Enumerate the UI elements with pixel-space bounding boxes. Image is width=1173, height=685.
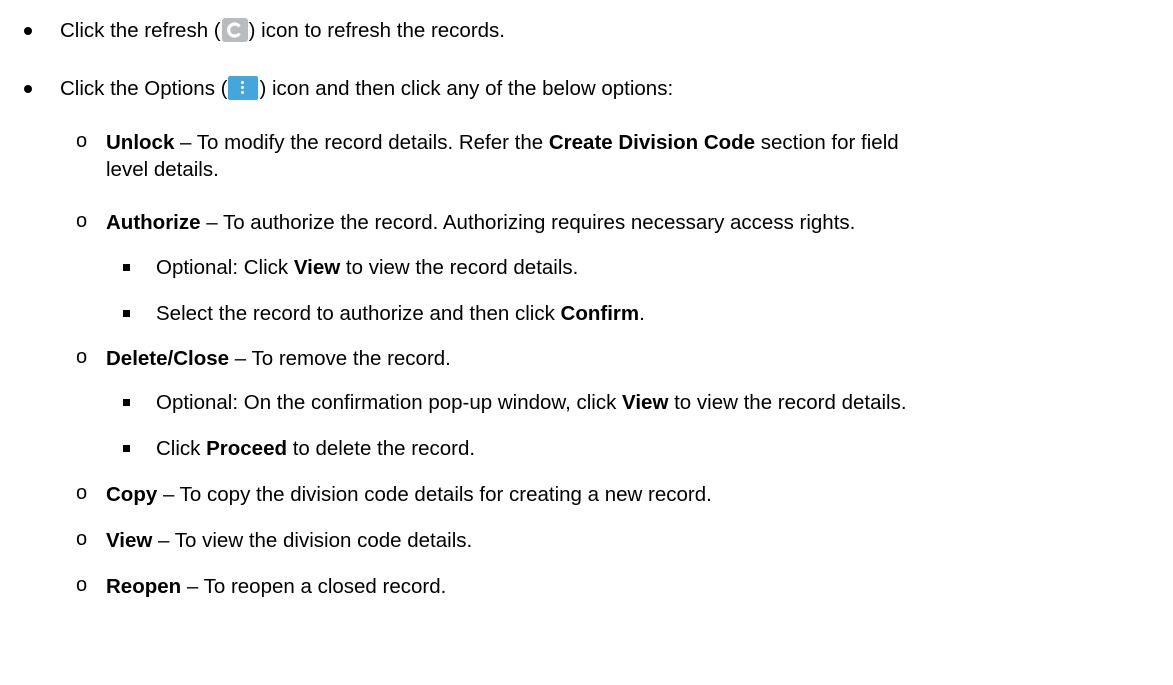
square-bullet <box>123 310 130 317</box>
bullet-dot <box>24 85 32 93</box>
circle-bullet: o <box>76 574 88 596</box>
section-reference: Create Division Code <box>548 131 756 154</box>
circle-bullet: o <box>76 210 88 232</box>
option-label: Authorize <box>106 211 201 234</box>
square-bullet <box>123 399 130 406</box>
step-text: Optional: On the confirmation pop-up win… <box>156 391 623 414</box>
refresh-instruction-post: ) icon to refresh the records. <box>248 19 506 42</box>
option-unlock-cont: level details. <box>106 158 219 181</box>
delete-step-view: Optional: On the confirmation pop-up win… <box>156 390 907 416</box>
option-desc: – To reopen a closed record. <box>181 575 447 598</box>
step-bold: View <box>293 256 341 279</box>
option-unlock: Unlock – To modify the record details. R… <box>106 130 899 156</box>
option-copy: Copy – To copy the division code details… <box>106 482 712 508</box>
option-delete-close: Delete/Close – To remove the record. <box>106 346 451 372</box>
option-label: Delete/Close <box>106 347 230 370</box>
option-desc: – To view the division code details. <box>152 529 473 552</box>
square-bullet <box>123 445 130 452</box>
option-desc: – To copy the division code details for … <box>157 483 712 506</box>
options-kebab-icon <box>228 76 259 100</box>
bullet-dot <box>24 27 32 35</box>
options-instruction: Click the Options ( ) icon and then clic… <box>60 76 673 102</box>
step-text: to delete the record. <box>287 437 476 460</box>
refresh-icon <box>221 18 248 42</box>
option-desc-cont: section for field <box>755 131 899 154</box>
options-instruction-pre: Click the Options ( <box>60 77 228 100</box>
option-view: View – To view the division code details… <box>106 528 472 554</box>
square-bullet <box>123 264 130 271</box>
step-text: to view the record details. <box>340 256 579 279</box>
step-bold: View <box>622 391 669 414</box>
step-text: . <box>639 302 645 325</box>
step-text: Optional: Click <box>156 256 294 279</box>
options-instruction-post: ) icon and then click any of the below o… <box>259 77 674 100</box>
option-desc: – To modify the record details. Refer th… <box>174 131 549 154</box>
option-desc: – To remove the record. <box>229 347 451 370</box>
delete-step-proceed: Click Proceed to delete the record. <box>156 436 475 462</box>
circle-bullet: o <box>76 528 88 550</box>
option-authorize: Authorize – To authorize the record. Aut… <box>106 210 855 236</box>
option-label: View <box>106 529 153 552</box>
authorize-step-view: Optional: Click View to view the record … <box>156 255 578 281</box>
option-label: Unlock <box>106 131 175 154</box>
step-bold: Confirm <box>560 302 640 325</box>
circle-bullet: o <box>76 482 88 504</box>
step-text: Select the record to authorize and then … <box>156 302 561 325</box>
refresh-instruction-pre: Click the refresh ( <box>60 19 221 42</box>
step-bold: Proceed <box>206 437 288 460</box>
option-label: Copy <box>106 483 158 506</box>
option-label: Reopen <box>106 575 182 598</box>
step-text: Click <box>156 437 207 460</box>
step-text: to view the record details. <box>668 391 907 414</box>
circle-bullet: o <box>76 346 88 368</box>
option-desc: – To authorize the record. Authorizing r… <box>200 211 856 234</box>
option-reopen: Reopen – To reopen a closed record. <box>106 574 446 600</box>
refresh-instruction: Click the refresh ( ) icon to refresh th… <box>60 18 505 44</box>
authorize-step-confirm: Select the record to authorize and then … <box>156 301 645 327</box>
circle-bullet: o <box>76 130 88 152</box>
